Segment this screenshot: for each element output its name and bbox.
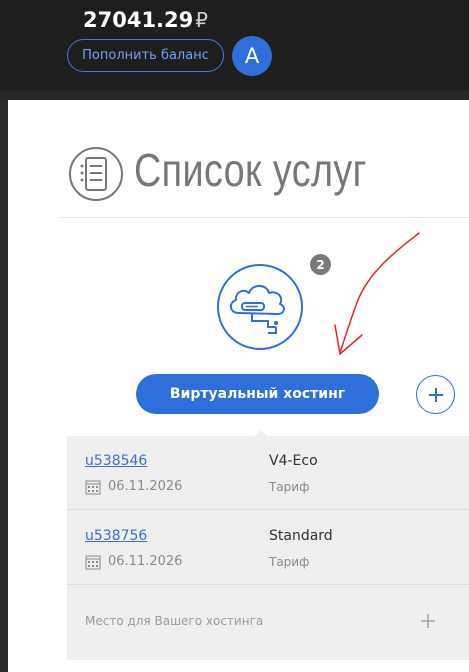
virtual-hosting-button[interactable]: Виртуальный хостинг <box>136 374 379 414</box>
expiry-date: 06.11.2026 <box>108 554 183 569</box>
top-bar: 27041.29 ₽ Пополнить баланс A <box>0 0 469 100</box>
calendar-icon <box>85 480 101 495</box>
hosting-list: u538546 06.11.2026 V4-Eco Тариф u538756 … <box>67 436 469 660</box>
cloud-hosting-icon <box>217 264 303 350</box>
annotation-arrow <box>334 232 420 355</box>
plan-caption: Тариф <box>269 480 310 494</box>
avatar[interactable]: A <box>232 36 272 76</box>
hosting-row: u538756 06.11.2026 Standard Тариф <box>67 511 469 585</box>
title-divider <box>60 217 469 218</box>
balance-amount: 27041.29 <box>83 8 194 32</box>
top-bar-strip <box>0 90 469 100</box>
expiry-date: 06.11.2026 <box>108 479 183 494</box>
services-list-icon <box>69 147 123 201</box>
hosting-login-link[interactable]: u538546 <box>85 453 147 469</box>
placeholder-label: Место для Вашего хостинга <box>85 614 264 628</box>
plus-icon <box>428 387 443 402</box>
plus-icon[interactable] <box>420 613 436 629</box>
plan-name: Standard <box>269 528 333 544</box>
plan-caption: Тариф <box>269 555 310 569</box>
currency-symbol: ₽ <box>195 8 208 32</box>
hosting-row: u538546 06.11.2026 V4-Eco Тариф <box>67 436 469 510</box>
add-service-button[interactable] <box>416 375 455 414</box>
service-count-badge: 2 <box>310 254 331 275</box>
calendar-icon <box>85 555 101 570</box>
background-edge <box>0 100 8 672</box>
page-title: Список услуг <box>134 144 367 196</box>
hosting-login-link[interactable]: u538756 <box>85 528 147 544</box>
account-balance: 27041.29 ₽ <box>83 8 208 32</box>
topup-balance-button[interactable]: Пополнить баланс <box>67 39 224 72</box>
add-hosting-placeholder[interactable]: Место для Вашего хостинга <box>67 586 469 660</box>
plan-name: V4-Eco <box>269 453 318 469</box>
